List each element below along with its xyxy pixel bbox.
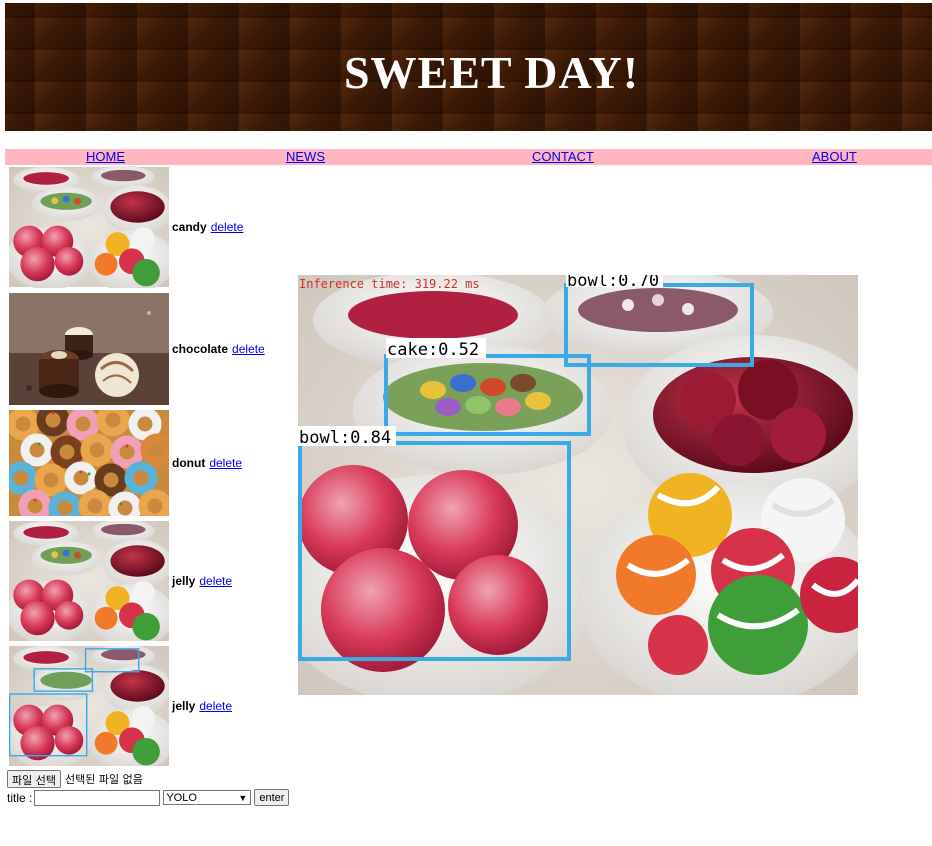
detection-result-image: Inference time: 319.22 ms bowl:0.70 cake… [298, 275, 858, 695]
item-thumbnail [9, 521, 169, 641]
item-label: jelly [172, 574, 196, 588]
title-label: title : [7, 790, 33, 805]
item-label: candy [172, 220, 207, 234]
item-thumbnail [9, 646, 169, 766]
title-input[interactable] [34, 789, 161, 806]
item-label: jelly [172, 699, 196, 713]
item-thumbnail [9, 166, 169, 288]
nav-contact-link[interactable]: CONTACT [532, 149, 594, 165]
delete-link[interactable]: delete [209, 456, 242, 470]
model-select[interactable]: YOLO ▼ [163, 790, 252, 805]
choose-file-button[interactable]: 파일 선택 [7, 770, 61, 788]
nav-bar: HOME NEWS CONTACT ABOUT [5, 149, 932, 165]
file-input: 파일 선택 선택된 파일 없음 [7, 770, 143, 788]
item-thumbnail [9, 293, 169, 405]
model-select-value: YOLO [166, 792, 197, 804]
delete-link[interactable]: delete [199, 699, 232, 713]
detection-label: bowl:0.70 [567, 275, 659, 291]
list-item: candy delete [9, 166, 243, 288]
delete-link[interactable]: delete [232, 342, 265, 356]
header-banner: SWEET DAY! [5, 3, 932, 131]
item-thumbnail [9, 410, 169, 516]
list-item: jelly delete [9, 521, 232, 641]
item-label: chocolate [172, 342, 229, 356]
detection-label: cake:0.52 [387, 340, 479, 360]
delete-link[interactable]: delete [211, 220, 244, 234]
enter-button[interactable]: enter [254, 789, 290, 806]
item-label: donut [172, 456, 206, 470]
file-status: 선택된 파일 없음 [64, 773, 143, 786]
chevron-down-icon: ▼ [238, 793, 248, 803]
detection-label: bowl:0.84 [299, 428, 391, 448]
nav-news-link[interactable]: NEWS [286, 149, 325, 165]
inference-time-label: Inference time: 319.22 ms [299, 277, 480, 291]
list-item: jelly delete [9, 646, 232, 766]
nav-about-link[interactable]: ABOUT [812, 149, 857, 165]
list-item: chocolate delete [9, 293, 265, 405]
nav-home-link[interactable]: HOME [86, 149, 125, 165]
site-title: SWEET DAY! [343, 46, 640, 98]
upload-form: title : YOLO ▼ enter [7, 789, 290, 806]
delete-link[interactable]: delete [199, 574, 232, 588]
list-item: donut delete [9, 410, 242, 516]
